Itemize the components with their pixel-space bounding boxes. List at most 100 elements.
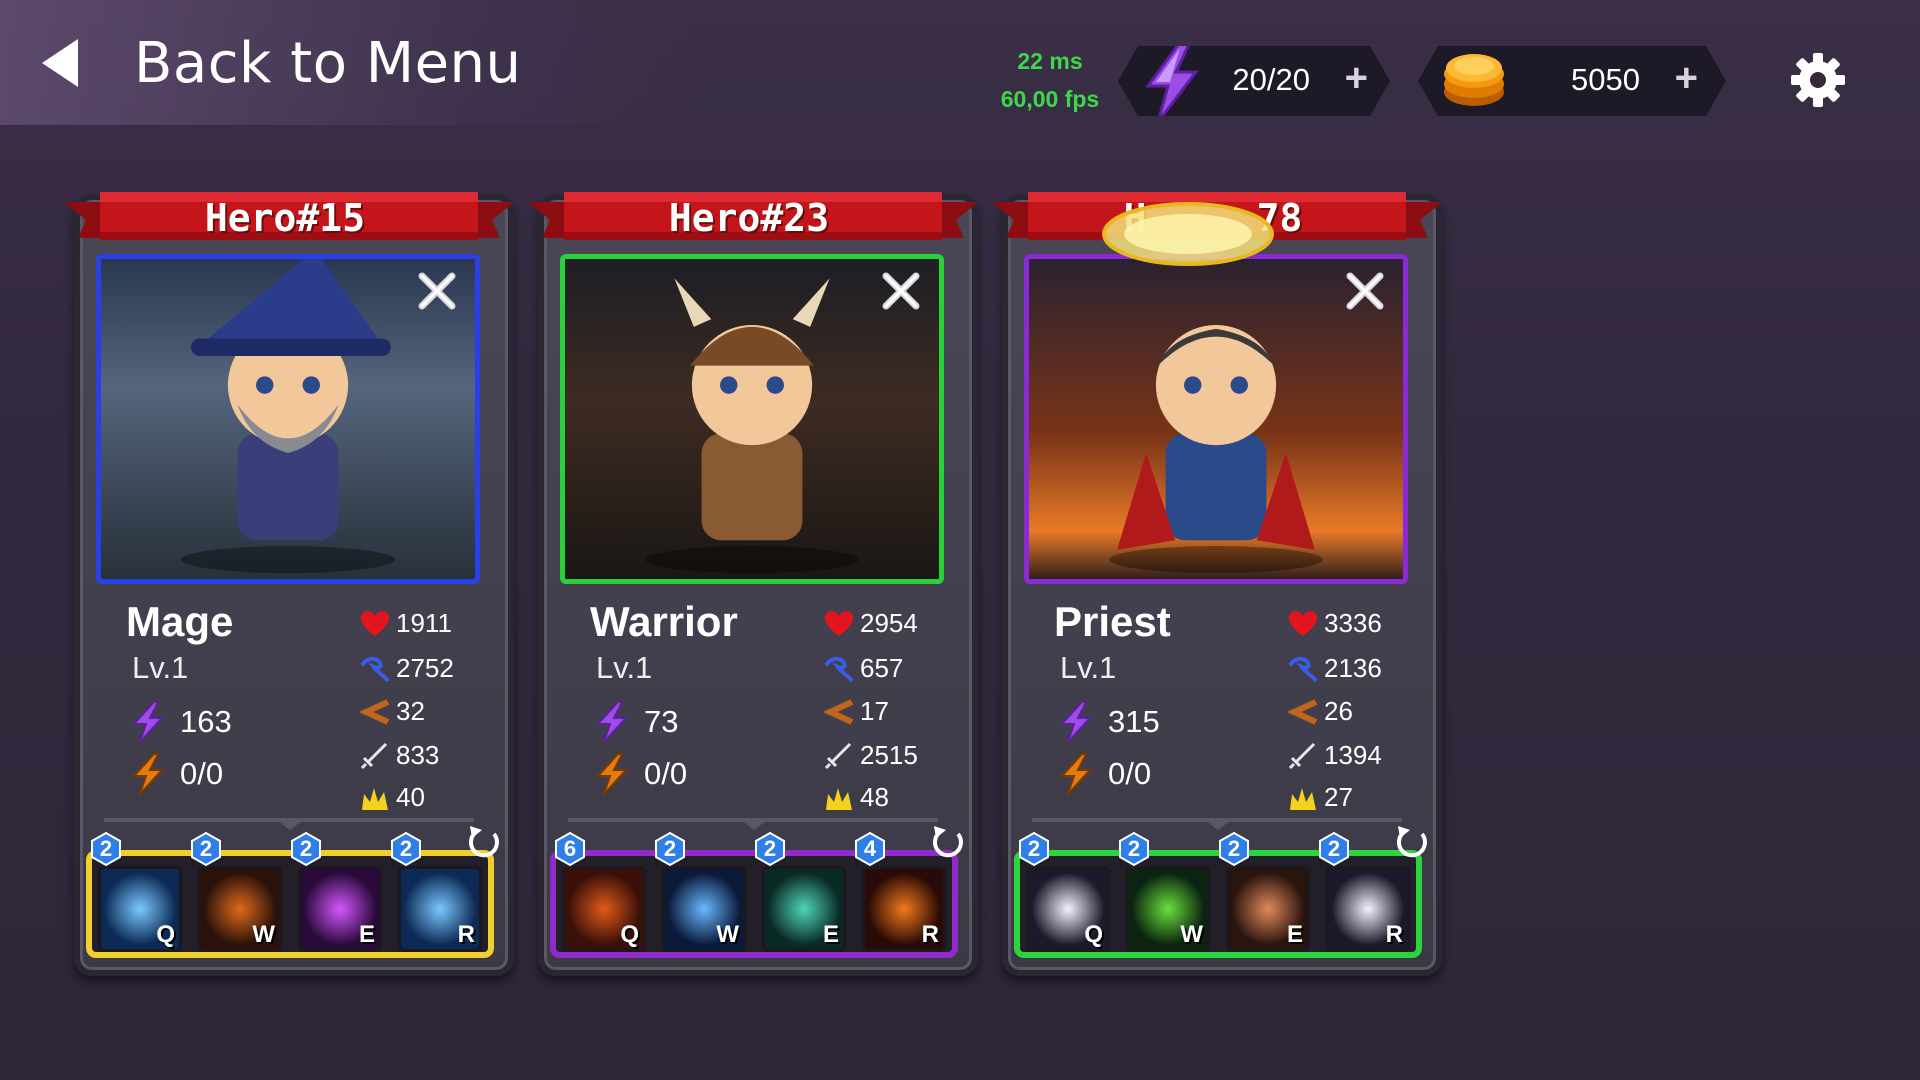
attack-value: 833 [396,740,440,770]
sword-icon [1288,742,1316,769]
skill-level-badge: 2 [1118,831,1150,867]
crit-stat: 48 [824,782,889,813]
sword-icon [360,742,388,769]
skill-slot-w[interactable]: W [1126,866,1210,952]
skill-hotkey-label: Q [1084,921,1103,948]
skill-level-value: 2 [299,836,313,861]
skill-level-value: 2 [199,836,213,861]
gold-add-button[interactable]: + [1675,58,1698,98]
power-stat: 163 [130,700,232,744]
skill-hotkey-label: Q [156,921,175,948]
skill-slot-e[interactable]: E [1226,866,1310,952]
armor-stat: 17 [824,696,889,727]
skill-level-value: 4 [863,836,877,861]
skill-hotkey-label: R [457,921,475,948]
skill-level-badge: 2 [290,831,322,867]
close-icon[interactable] [1342,268,1388,314]
reset-skills-icon[interactable] [928,822,968,862]
mana-value: 2136 [1324,653,1382,683]
skill-level-badge: 2 [90,831,122,867]
divider-notch [738,818,770,830]
armor-value: 26 [1324,696,1353,726]
reset-skills-icon[interactable] [464,822,504,862]
health-stat: 1911 [360,608,452,639]
power-value: 315 [1108,704,1160,739]
charge-bolt-icon [131,753,165,795]
back-to-menu-label: Back to Menu [134,30,522,96]
golden-halo-icon [1102,202,1274,266]
skill-slot-w[interactable]: W [662,866,746,952]
health-stat: 2954 [824,608,918,639]
skill-hotkey-label: Q [620,921,639,948]
skill-slot-w[interactable]: W [198,866,282,952]
armor-chevron-icon [1288,698,1318,725]
heart-icon [825,610,853,636]
power-bolt-icon [595,701,629,743]
energy-bolt-icon [1140,40,1204,124]
gold-value: 5050 [1571,62,1640,97]
skill-level-value: 2 [763,836,777,861]
hero-card-mage: Hero#15 Mage Lv.1 163 0/0 1911 2752 32 8… [60,188,518,984]
mana-stat: 2752 [360,653,454,684]
attack-value: 2515 [860,740,918,770]
skill-slot-q[interactable]: Q [1026,866,1110,952]
hp-value: 3336 [1324,608,1382,638]
hero-card-warrior: Hero#23 Warrior Lv.1 73 0/0 2954 657 17 … [524,188,982,984]
health-stat: 3336 [1288,608,1382,639]
crit-burst-icon [1290,787,1316,810]
skill-level-value: 2 [1027,836,1041,861]
close-icon[interactable] [414,268,460,314]
back-arrow-icon [42,39,78,87]
skill-hotkey-label: W [1180,921,1203,948]
skill-slot-r[interactable]: R [862,866,946,952]
mana-value: 2752 [396,653,454,683]
charge-bolt-icon [1059,753,1093,795]
crit-burst-icon [826,787,852,810]
energy-add-button[interactable]: + [1345,58,1368,98]
skill-level-value: 2 [1127,836,1141,861]
skill-slot-q[interactable]: Q [562,866,646,952]
power-stat: 73 [594,700,678,744]
charge-value: 0/0 [1108,756,1152,791]
settings-gear-icon[interactable] [1788,50,1848,110]
armor-value: 17 [860,696,889,726]
charge-stat: 0/0 [594,752,687,796]
energy-counter: 20/20 + [1118,46,1390,116]
power-bolt-icon [1059,701,1093,743]
hero-banner-title: Hero#15 [204,196,366,240]
skill-level-badge: 2 [654,831,686,867]
skill-level-value: 2 [399,836,413,861]
crit-burst-icon [362,787,388,810]
power-bolt-icon [131,701,165,743]
divider-notch [274,818,306,830]
hp-value: 1911 [396,608,452,638]
close-icon[interactable] [878,268,924,314]
hp-value: 2954 [860,608,918,638]
hero-class-name: Priest [1054,598,1171,645]
skill-hotkey-label: R [921,921,939,948]
hero-class-name: Mage [126,598,234,645]
divider-notch [1202,818,1234,830]
skill-slot-e[interactable]: E [298,866,382,952]
fps-text: 60,00 fps [1000,86,1100,112]
attack-stat: 2515 [824,740,918,771]
skill-slot-r[interactable]: R [1326,866,1410,952]
skill-slot-r[interactable]: R [398,866,482,952]
skill-level-value: 2 [99,836,113,861]
armor-chevron-icon [824,698,854,725]
power-value: 73 [644,704,679,739]
back-to-menu-button[interactable]: Back to Menu [38,28,558,98]
hero-level: Lv.1 [596,650,653,685]
charge-value: 0/0 [180,756,224,791]
performance-readout: 22 ms 60,00 fps [990,42,1110,118]
crit-stat: 40 [360,782,425,813]
gold-counter: 5050 + [1418,46,1726,116]
skill-slot-e[interactable]: E [762,866,846,952]
crit-value: 40 [396,782,425,812]
sword-icon [824,742,852,769]
crit-value: 48 [860,782,889,812]
energy-value: 20/20 [1232,62,1310,97]
skill-slot-q[interactable]: Q [98,866,182,952]
heart-icon [361,610,389,636]
reset-skills-icon[interactable] [1392,822,1432,862]
